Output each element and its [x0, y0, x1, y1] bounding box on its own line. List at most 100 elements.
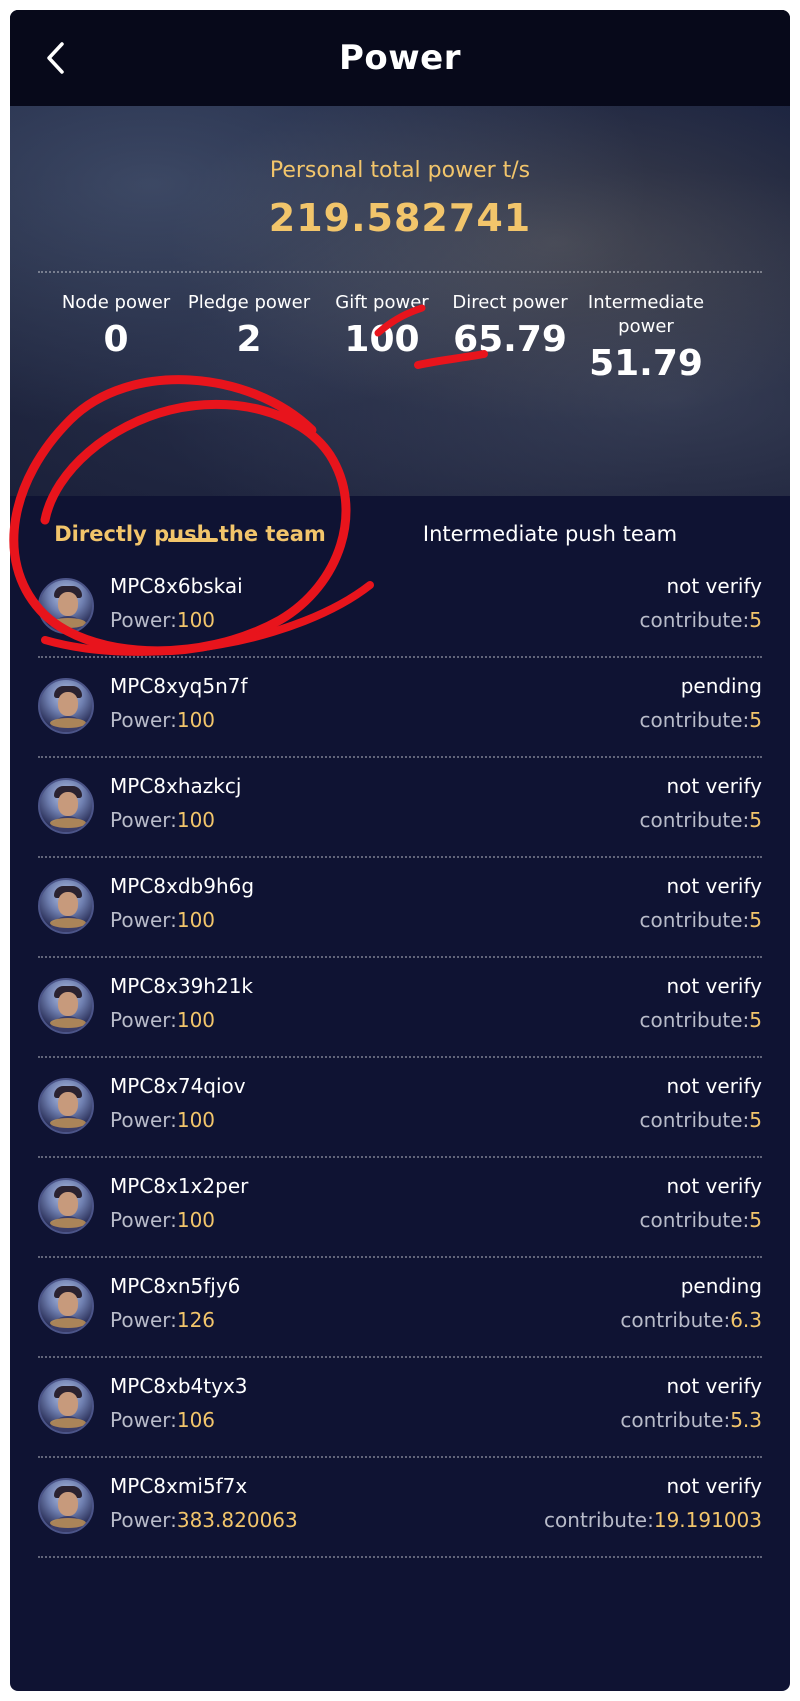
power-value: 106	[176, 1408, 216, 1432]
avatar	[38, 878, 94, 934]
member-power: Power:100	[110, 908, 215, 932]
member-status: pending	[680, 674, 762, 698]
stat-label: Node power	[61, 292, 171, 313]
member-row[interactable]: MPC8xmi5f7x Power:383.820063 not verify con…	[10, 1458, 790, 1558]
stat-direct-power: Direct power 65.79	[442, 291, 578, 360]
member-contribute: contribute:6.3	[620, 1308, 762, 1332]
power-prefix: Power:	[110, 1408, 177, 1432]
avatar	[38, 1478, 94, 1534]
contribute-value: 5	[749, 808, 762, 832]
member-contribute: contribute:5	[639, 908, 762, 932]
member-row[interactable]: MPC8x74qiov Power:100 not verify contribute…	[10, 1058, 790, 1158]
contribute-prefix: contribute:	[639, 908, 750, 932]
avatar	[38, 778, 94, 834]
member-power: Power:126	[110, 1308, 215, 1332]
member-status: not verify	[666, 874, 762, 898]
avatar	[38, 1378, 94, 1434]
contribute-value: 5	[749, 1008, 762, 1032]
member-power: Power:383.820063	[110, 1508, 298, 1532]
power-value: 100	[176, 1108, 216, 1132]
member-row[interactable]: MPC8xn5fjy6 Power:126 pending contribute:6.…	[10, 1258, 790, 1358]
member-contribute: contribute:19.191003	[544, 1508, 762, 1532]
contribute-prefix: contribute:	[620, 1308, 731, 1332]
member-row[interactable]: MPC8x6bskai Power:100 not verify contribute…	[10, 558, 790, 658]
contribute-value: 5.3	[730, 1408, 762, 1432]
avatar	[38, 678, 94, 734]
power-prefix: Power:	[110, 908, 177, 932]
contribute-value: 5	[749, 1208, 762, 1232]
member-row[interactable]: MPC8xyq5n7f Power:100 pending contribute:5	[10, 658, 790, 758]
member-row[interactable]: MPC8xdb9h6g Power:100 not verify contribute…	[10, 858, 790, 958]
contribute-value: 6.3	[730, 1308, 762, 1332]
page-title: Power	[338, 38, 461, 78]
member-contribute: contribute:5	[639, 1108, 762, 1132]
member-status: not verify	[666, 1474, 762, 1498]
member-status: not verify	[666, 974, 762, 998]
member-row[interactable]: MPC8x39h21k Power:100 not verify contribute…	[10, 958, 790, 1058]
member-status: not verify	[666, 574, 762, 598]
member-power: Power:100	[110, 1008, 215, 1032]
member-row[interactable]: MPC8xb4tyx3 Power:106 not verify contribute…	[10, 1358, 790, 1458]
chevron-left-icon	[47, 42, 64, 74]
contribute-prefix: contribute:	[639, 1208, 750, 1232]
contribute-value: 5	[749, 1108, 762, 1132]
power-prefix: Power:	[110, 608, 177, 632]
member-name: MPC8xyq5n7f	[110, 674, 248, 698]
member-power: Power:100	[110, 1208, 215, 1232]
contribute-prefix: contribute:	[620, 1408, 731, 1432]
stat-gift-power: Gift power 100	[322, 291, 442, 360]
member-power: Power:100	[110, 1108, 215, 1132]
member-row[interactable]: MPC8x1x2per Power:100 not verify contribute…	[10, 1158, 790, 1258]
power-value: 100	[176, 608, 216, 632]
total-power-label: Personal total power t/s	[269, 158, 531, 183]
member-contribute: contribute:5	[639, 708, 762, 732]
contribute-value: 19.191003	[653, 1508, 762, 1532]
stat-value: 51.79	[589, 343, 703, 384]
stat-label: Pledge power	[187, 292, 311, 313]
power-value: 100	[176, 808, 216, 832]
member-power: Power:100	[110, 708, 215, 732]
power-prefix: Power:	[110, 1508, 177, 1532]
member-row[interactable]: MPC8xhazkcj Power:100 not verify contribute…	[10, 758, 790, 858]
contribute-value: 5	[749, 908, 762, 932]
contribute-prefix: contribute:	[544, 1508, 654, 1532]
member-contribute: contribute:5	[639, 608, 762, 632]
contribute-prefix: contribute:	[639, 608, 750, 632]
avatar	[38, 1178, 94, 1234]
stat-value: 100	[344, 319, 420, 360]
power-prefix: Power:	[110, 1208, 177, 1232]
member-contribute: contribute:5.3	[620, 1408, 762, 1432]
contribute-prefix: contribute:	[639, 1008, 750, 1032]
power-prefix: Power:	[110, 1308, 177, 1332]
stat-label: Gift power	[335, 292, 429, 313]
stat-intermediate-power: Intermediate power 51.79	[578, 291, 714, 384]
avatar	[38, 578, 94, 634]
power-prefix: Power:	[110, 1008, 177, 1032]
power-value: 383.820063	[176, 1508, 298, 1532]
member-name: MPC8x39h21k	[110, 974, 253, 998]
power-value: 100	[176, 708, 216, 732]
member-name: MPC8xb4tyx3	[110, 1374, 248, 1398]
stat-value: 0	[103, 319, 129, 360]
power-value: 100	[176, 1008, 216, 1032]
contribute-value: 5	[749, 608, 762, 632]
active-tab-indicator	[168, 538, 218, 542]
stat-pledge-power: Pledge power 2	[176, 291, 322, 360]
member-power: Power:106	[110, 1408, 215, 1432]
avatar	[38, 1278, 94, 1334]
member-name: MPC8x74qiov	[110, 1074, 246, 1098]
power-prefix: Power:	[110, 1108, 177, 1132]
power-value: 126	[176, 1308, 216, 1332]
stat-label: Intermediate power	[587, 292, 705, 337]
member-status: not verify	[666, 1374, 762, 1398]
back-button[interactable]	[38, 40, 74, 76]
avatar	[38, 1078, 94, 1134]
member-name: MPC8x1x2per	[110, 1174, 249, 1198]
member-list: MPC8x6bskai Power:100 not verify contribute…	[10, 558, 790, 1558]
member-status: not verify	[666, 1174, 762, 1198]
stat-value: 65.79	[453, 319, 567, 360]
power-screen: Power Personal total power t/s 219.58274…	[10, 10, 790, 1691]
contribute-prefix: contribute:	[639, 808, 750, 832]
member-contribute: contribute:5	[639, 808, 762, 832]
member-power: Power:100	[110, 608, 215, 632]
